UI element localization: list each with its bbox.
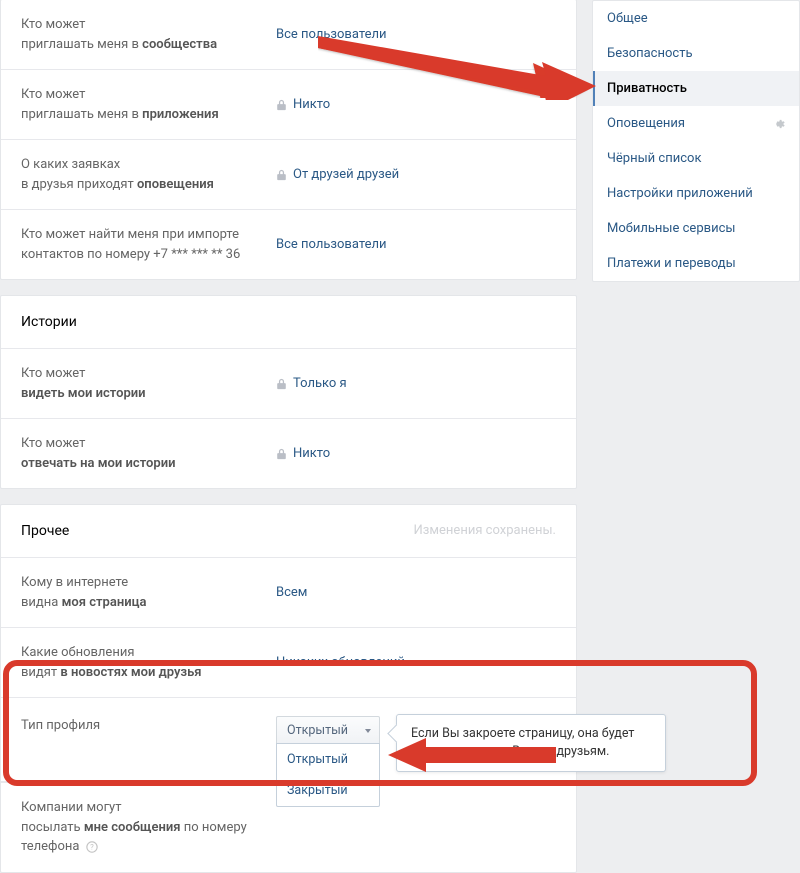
setting-row[interactable]: Какие обновления видят в новостях мои др… (1, 628, 576, 698)
lock-icon (276, 99, 287, 111)
row-value[interactable]: Никто (276, 446, 330, 461)
row-label: Тип профиля (21, 716, 276, 736)
row-label: О каких заявках в друзья приходят оповещ… (21, 155, 276, 194)
lock-icon (276, 169, 287, 181)
setting-row[interactable]: О каких заявках в друзья приходят оповещ… (1, 140, 576, 210)
setting-row[interactable]: Кто может видеть мои истории Только я (1, 349, 576, 419)
saved-indicator: Изменения сохранены. (414, 523, 556, 539)
info-icon: ? (86, 841, 98, 853)
lock-icon (276, 448, 287, 460)
row-label: Кто может приглашать меня в приложения (21, 85, 276, 124)
row-value[interactable]: Все пользователи (276, 237, 387, 252)
profile-type-dropdown: Открытый Открытый Закрытый Если Вы закро… (276, 716, 380, 745)
row-value[interactable]: Все пользователи (276, 27, 387, 42)
nav-item-payments[interactable]: Платежи и переводы (593, 246, 799, 281)
panel-other: Прочее Изменения сохранены. Кому в интер… (0, 504, 577, 873)
row-label: Кто может найти меня при импорте контакт… (21, 225, 276, 264)
row-value[interactable]: Никто (276, 97, 330, 112)
setting-row[interactable]: Кому в интернете видна моя страница Всем (1, 558, 576, 628)
nav-item-general[interactable]: Общее (593, 1, 799, 36)
row-label: Кто может видеть мои истории (21, 364, 276, 403)
nav-item-blacklist[interactable]: Чёрный список (593, 141, 799, 176)
row-label: Компании могут посылать мне сообщения по… (21, 798, 247, 857)
row-label: Кто может приглашать меня в сообщества (21, 15, 276, 54)
row-label: Кому в интернете видна моя страница (21, 573, 276, 612)
row-value[interactable]: Всем (276, 585, 307, 600)
setting-row[interactable]: Кто может приглашать меня в приложения Н… (1, 70, 576, 140)
profile-type-option-open[interactable]: Открытый (277, 744, 379, 775)
row-label: Какие обновления видят в новостях мои др… (21, 643, 276, 682)
gear-icon (771, 117, 785, 131)
main-settings-column: Кто может приглашать меня в сообщества В… (0, 0, 577, 798)
nav-item-mobile[interactable]: Мобильные сервисы (593, 211, 799, 246)
setting-row-profile-type: Тип профиля Открытый Открытый Закрытый Е… (1, 698, 576, 782)
row-value[interactable]: Только я (276, 376, 347, 391)
section-header-stories: Истории (1, 296, 576, 349)
nav-item-notifications[interactable]: Оповещения (593, 106, 799, 141)
profile-type-dropdown-list: Открытый Закрытый (276, 743, 380, 807)
profile-type-dropdown-button[interactable]: Открытый (276, 716, 380, 745)
row-value[interactable]: Никаких обновлений (276, 655, 405, 670)
svg-text:?: ? (90, 842, 94, 851)
setting-row[interactable]: Кто может найти меня при импорте контакт… (1, 210, 576, 279)
section-header-other: Прочее Изменения сохранены. (1, 505, 576, 558)
settings-nav: Общее Безопасность Приватность Оповещени… (592, 0, 800, 282)
settings-sidebar: Общее Безопасность Приватность Оповещени… (577, 0, 800, 798)
row-label: Кто может отвечать на мои истории (21, 434, 276, 473)
lock-icon (276, 378, 287, 390)
nav-item-security[interactable]: Безопасность (593, 36, 799, 71)
setting-row[interactable]: Кто может приглашать меня в сообщества В… (1, 0, 576, 70)
nav-item-privacy[interactable]: Приватность (593, 71, 799, 106)
profile-type-option-closed[interactable]: Закрытый (277, 775, 379, 806)
profile-type-tooltip: Если Вы закроете страницу, она будет дос… (396, 714, 666, 772)
panel-stories: Истории Кто может видеть мои истории Тол… (0, 295, 577, 489)
setting-row[interactable]: Кто может отвечать на мои истории Никто (1, 419, 576, 488)
panel-privacy-top: Кто может приглашать меня в сообщества В… (0, 0, 577, 280)
nav-item-app-settings[interactable]: Настройки приложений (593, 176, 799, 211)
row-value[interactable]: От друзей друзей (276, 167, 399, 182)
